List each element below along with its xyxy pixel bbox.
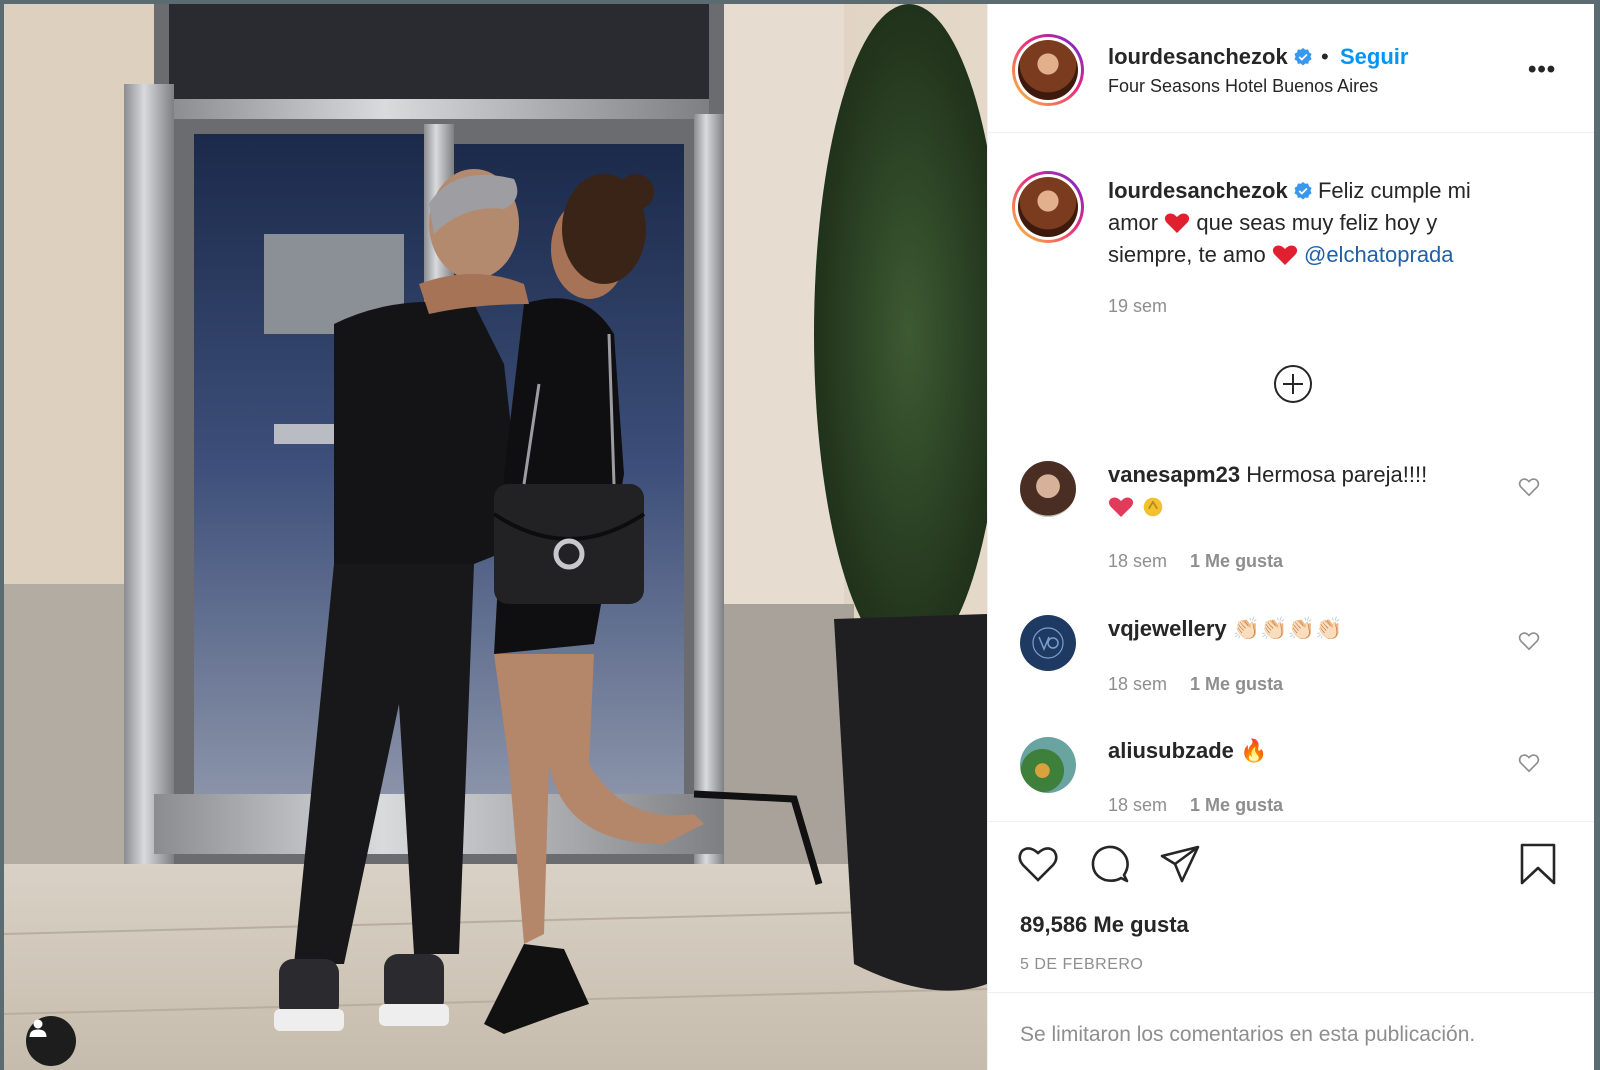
comment-like-heart-icon[interactable]: [1518, 477, 1540, 497]
caption-line-2b: que seas muy feliz hoy y: [1196, 210, 1438, 235]
verified-badge-icon: [1294, 182, 1312, 200]
follow-button[interactable]: Seguir: [1340, 44, 1408, 70]
post-side-panel: lourdesanchezok • Seguir Four Seasons Ho…: [987, 4, 1594, 1070]
more-options-icon[interactable]: •••: [1528, 56, 1556, 84]
comment-avatar[interactable]: [1020, 461, 1076, 517]
author-username[interactable]: lourdesanchezok: [1108, 44, 1288, 69]
caption-author-avatar[interactable]: [1012, 171, 1084, 243]
caption-line-1: Feliz cumple mi: [1317, 178, 1471, 203]
comment-text: aliusubzade 🔥: [1108, 735, 1488, 767]
header-separator: •: [1321, 44, 1329, 69]
comment-time[interactable]: 18 sem: [1108, 674, 1167, 694]
comment-text: vqjewellery 👏🏻👏🏻👏🏻👏🏻: [1108, 613, 1488, 645]
load-more-plus-icon[interactable]: [1273, 364, 1313, 404]
comment-text: vanesapm23 Hermosa pareja!!!!: [1108, 459, 1488, 523]
photo-scene: [4, 4, 987, 1070]
comment-likes[interactable]: 1 Me gusta: [1190, 795, 1283, 815]
post-date[interactable]: 5 DE FEBRERO: [1020, 956, 1143, 974]
comment-likes[interactable]: 1 Me gusta: [1190, 551, 1283, 571]
like-heart-icon[interactable]: [1016, 842, 1060, 886]
vq-logo-icon: [1032, 627, 1064, 659]
comment-meta: 18 sem 1 Me gusta: [1108, 674, 1283, 695]
comment-meta: 18 sem 1 Me gusta: [1108, 551, 1283, 572]
comment-time[interactable]: 18 sem: [1108, 795, 1167, 815]
caption-time[interactable]: 19 sem: [1108, 296, 1167, 317]
caption-mention-link[interactable]: @elchatoprada: [1304, 242, 1454, 267]
caption-text: lourdesanchezok Feliz cumple mi amor que…: [1108, 175, 1548, 271]
comments-list[interactable]: lourdesanchezok Feliz cumple mi amor que…: [988, 133, 1594, 821]
comment-avatar[interactable]: [1020, 737, 1076, 793]
comment-username[interactable]: aliusubzade: [1108, 738, 1234, 763]
comment-bubble-icon[interactable]: [1088, 842, 1132, 886]
likes-count[interactable]: 89,586 Me gusta: [1020, 912, 1189, 938]
comments-limited-text: Se limitaron los comentarios en esta pub…: [1020, 1023, 1476, 1046]
comment-body: Hermosa pareja!!!!: [1246, 462, 1428, 487]
comment-body: 👏🏻👏🏻👏🏻👏🏻: [1232, 616, 1343, 641]
comment-like-heart-icon[interactable]: [1518, 631, 1540, 651]
comment-likes[interactable]: 1 Me gusta: [1190, 674, 1283, 694]
post-photo[interactable]: [4, 4, 987, 1070]
red-heart-emoji-icon: [1165, 213, 1190, 233]
author-username-row: lourdesanchezok: [1108, 44, 1312, 70]
user-tag-icon: [29, 1019, 47, 1037]
post-actions: 89,586 Me gusta 5 DE FEBRERO Se limitaro…: [988, 821, 1594, 1070]
comment-meta: 18 sem 1 Me gusta: [1108, 795, 1283, 816]
comment-time[interactable]: 18 sem: [1108, 551, 1167, 571]
post-location[interactable]: Four Seasons Hotel Buenos Aires: [1108, 76, 1378, 97]
bookmark-icon[interactable]: [1516, 842, 1560, 886]
sparkling-heart-emoji-icon: [1108, 497, 1134, 517]
instagram-post-modal: lourdesanchezok • Seguir Four Seasons Ho…: [4, 4, 1594, 1070]
caption-line-3a: siempre, te amo: [1108, 242, 1266, 267]
caption-username[interactable]: lourdesanchezok: [1108, 178, 1288, 203]
comment-body: 🔥: [1240, 738, 1268, 763]
caption-line-2a: amor: [1108, 210, 1159, 235]
share-paper-plane-icon[interactable]: [1158, 842, 1202, 886]
user-tag-button[interactable]: [26, 1016, 76, 1066]
comment-avatar[interactable]: [1020, 615, 1076, 671]
red-heart-emoji-icon: [1272, 245, 1297, 265]
comment-like-heart-icon[interactable]: [1518, 753, 1540, 773]
post-header: lourdesanchezok • Seguir Four Seasons Ho…: [988, 4, 1594, 133]
comment-username[interactable]: vanesapm23: [1108, 462, 1240, 487]
clapping-hands-emoji-icon: [1143, 497, 1163, 517]
comments-limited-notice: Se limitaron los comentarios en esta pub…: [988, 992, 1594, 1070]
author-avatar[interactable]: [1012, 34, 1084, 106]
comment-username[interactable]: vqjewellery: [1108, 616, 1227, 641]
verified-badge-icon: [1294, 48, 1312, 66]
